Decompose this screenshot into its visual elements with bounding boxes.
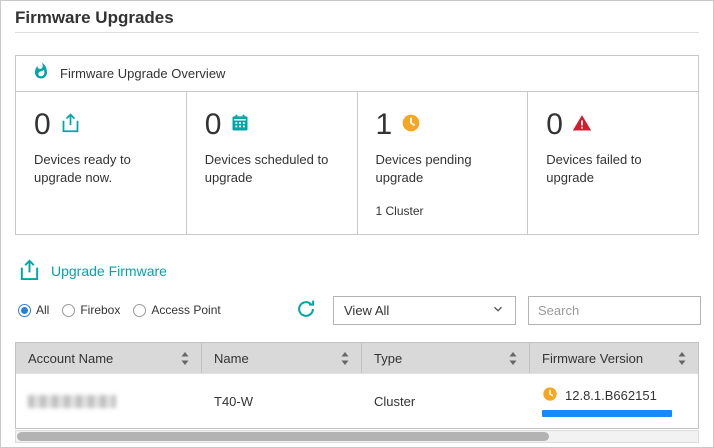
- horizontal-scrollbar[interactable]: [15, 430, 699, 443]
- pending-icon: [542, 386, 558, 405]
- table-header-row: Account Name Name Type Firmware Version: [16, 343, 698, 373]
- refresh-button[interactable]: [294, 298, 318, 322]
- cell-name: T40-W: [202, 374, 362, 428]
- column-header-name[interactable]: Name: [202, 343, 362, 373]
- radio-circle: [133, 304, 146, 317]
- calendar-icon: [230, 113, 250, 138]
- stat-failed-to-upgrade: 0 Devices failed to upgrade: [528, 92, 698, 235]
- sort-icon[interactable]: [509, 352, 517, 365]
- firmware-upgrades-page: Firmware Upgrades Firmware Upgrade Overv…: [0, 0, 714, 448]
- cell-firmware-version: 12.8.1.B662151: [530, 374, 698, 428]
- stat-label: Devices scheduled to upgrade: [205, 151, 335, 186]
- stat-label: Devices pending upgrade: [376, 151, 506, 186]
- column-label: Account Name: [28, 351, 113, 366]
- column-label: Name: [214, 351, 249, 366]
- upload-icon: [60, 112, 81, 138]
- refresh-icon: [295, 308, 317, 323]
- overview-stats: 0 Devices ready to upgrade now. 0 Device…: [16, 92, 698, 235]
- device-type-filters: All Firebox Access Point: [18, 303, 221, 317]
- account-name-redacted: [28, 395, 116, 408]
- stat-ready-to-upgrade: 0 Devices ready to upgrade now.: [16, 92, 187, 235]
- warning-icon: [572, 113, 592, 138]
- radio-label: All: [36, 303, 49, 317]
- sort-icon[interactable]: [678, 352, 686, 365]
- table-row[interactable]: T40-W Cluster 12.8.1.B662151: [16, 373, 698, 428]
- radio-access-point[interactable]: Access Point: [133, 303, 220, 317]
- column-label: Firmware Version: [542, 351, 643, 366]
- column-header-account-name[interactable]: Account Name: [16, 343, 202, 373]
- stat-scheduled-to-upgrade: 0 Devices scheduled to upgrade: [187, 92, 358, 235]
- firmware-version-text: 12.8.1.B662151: [565, 388, 657, 403]
- upgrade-firmware-label: Upgrade Firmware: [51, 263, 167, 279]
- scrollbar-thumb[interactable]: [17, 432, 549, 441]
- stat-sub-cluster: 1 Cluster: [376, 204, 510, 218]
- stat-pending-upgrade: 1 Devices pending upgrade 1 Cluster: [358, 92, 529, 235]
- stat-value: 0: [205, 108, 222, 142]
- search-box: [528, 296, 701, 325]
- column-header-firmware-version[interactable]: Firmware Version: [530, 343, 698, 373]
- pending-icon: [401, 113, 421, 138]
- devices-table: Account Name Name Type Firmware Version …: [15, 342, 699, 429]
- stat-label: Devices failed to upgrade: [546, 151, 676, 186]
- radio-all[interactable]: All: [18, 303, 49, 317]
- page-title: Firmware Upgrades: [15, 8, 174, 28]
- upgrade-firmware-button[interactable]: Upgrade Firmware: [18, 258, 167, 284]
- overview-header: Firmware Upgrade Overview: [16, 56, 698, 92]
- sort-icon[interactable]: [341, 352, 349, 365]
- stat-value: 1: [376, 108, 393, 142]
- column-header-type[interactable]: Type: [362, 343, 530, 373]
- firmware-overview-card: Firmware Upgrade Overview 0 Devices read…: [15, 55, 699, 235]
- radio-label: Access Point: [151, 303, 220, 317]
- stat-value: 0: [546, 108, 563, 142]
- column-label: Type: [374, 351, 402, 366]
- search-input[interactable]: [538, 303, 714, 318]
- overview-title: Firmware Upgrade Overview: [60, 66, 225, 81]
- sort-icon[interactable]: [181, 352, 189, 365]
- view-filter-dropdown[interactable]: View All: [333, 296, 516, 325]
- stat-value: 0: [34, 108, 51, 142]
- flame-icon: [32, 62, 50, 85]
- cell-type: Cluster: [362, 374, 530, 428]
- cell-account-name: [16, 374, 202, 428]
- upload-icon: [18, 258, 41, 284]
- radio-circle: [18, 304, 31, 317]
- stat-label: Devices ready to upgrade now.: [34, 151, 164, 186]
- chevron-down-icon: [491, 302, 505, 319]
- radio-label: Firebox: [80, 303, 120, 317]
- title-divider: [15, 32, 699, 33]
- radio-circle: [62, 304, 75, 317]
- view-filter-value: View All: [344, 303, 389, 318]
- upgrade-progress-bar: [542, 410, 672, 417]
- radio-firebox[interactable]: Firebox: [62, 303, 120, 317]
